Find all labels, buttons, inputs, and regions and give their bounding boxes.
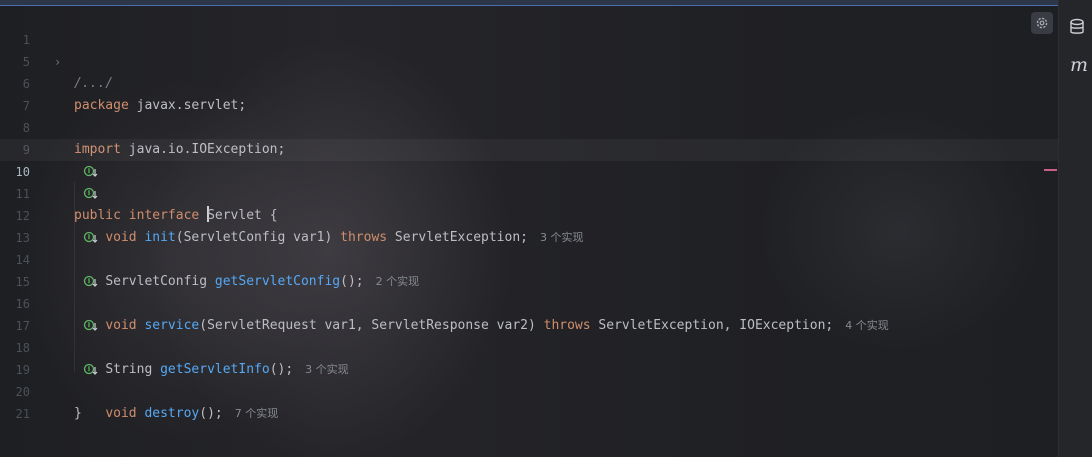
- code-line[interactable]: 19 void destroy(); 7 个实现: [0, 337, 1058, 421]
- implemented-icon[interactable]: [36, 341, 98, 375]
- maven-icon[interactable]: m: [1070, 54, 1088, 76]
- code-editor[interactable]: 1 › /.../ 5 6 package javax.servlet; 7 8…: [0, 6, 1058, 457]
- closing-brace: }: [74, 406, 82, 421]
- code-line[interactable]: 16: [0, 271, 1058, 311]
- method-name: destroy: [144, 406, 200, 421]
- code-line[interactable]: 5: [0, 29, 1058, 69]
- database-icon[interactable]: [1069, 18, 1085, 36]
- code-line[interactable]: 20 }: [0, 359, 1058, 421]
- code-line[interactable]: 21: [0, 381, 1058, 421]
- code-line[interactable]: 17 String getServletInfo(); 3 个实现: [0, 293, 1058, 377]
- code-line[interactable]: 9: [0, 117, 1058, 157]
- code-line[interactable]: 15 void service(ServletRequest var1, Ser…: [0, 249, 1058, 333]
- code-line[interactable]: 1 › /.../: [0, 7, 1058, 91]
- implemented-icon[interactable]: [36, 209, 98, 243]
- code-line-current[interactable]: 10 public interface Servlet {: [0, 139, 1058, 223]
- code-line[interactable]: 8 import java.io.IOException;: [0, 95, 1058, 157]
- code-line[interactable]: 14: [0, 227, 1058, 267]
- code-line[interactable]: 7: [0, 73, 1058, 113]
- code-line[interactable]: 12: [0, 183, 1058, 223]
- method-tail: ();: [199, 406, 223, 421]
- gear-icon[interactable]: [1031, 12, 1053, 34]
- implementations-hint[interactable]: 7 个实现: [235, 407, 279, 420]
- scrollbar-error-marker[interactable]: [1044, 169, 1057, 171]
- implemented-icon[interactable]: [36, 253, 98, 287]
- implemented-icon[interactable]: [36, 165, 98, 199]
- keyword: void: [105, 406, 137, 421]
- code-line[interactable]: 6 package javax.servlet;: [0, 51, 1058, 113]
- right-tool-strip: m: [1058, 0, 1092, 457]
- implemented-icon[interactable]: [36, 297, 98, 331]
- line-number: 21: [15, 407, 30, 421]
- implemented-icon[interactable]: [36, 143, 98, 177]
- code-line[interactable]: 13 ServletConfig getServletConfig(); 2 个实…: [0, 205, 1058, 289]
- code-line[interactable]: 18: [0, 315, 1058, 355]
- code-line[interactable]: 11 void init(ServletConfig var1) throws …: [0, 161, 1058, 245]
